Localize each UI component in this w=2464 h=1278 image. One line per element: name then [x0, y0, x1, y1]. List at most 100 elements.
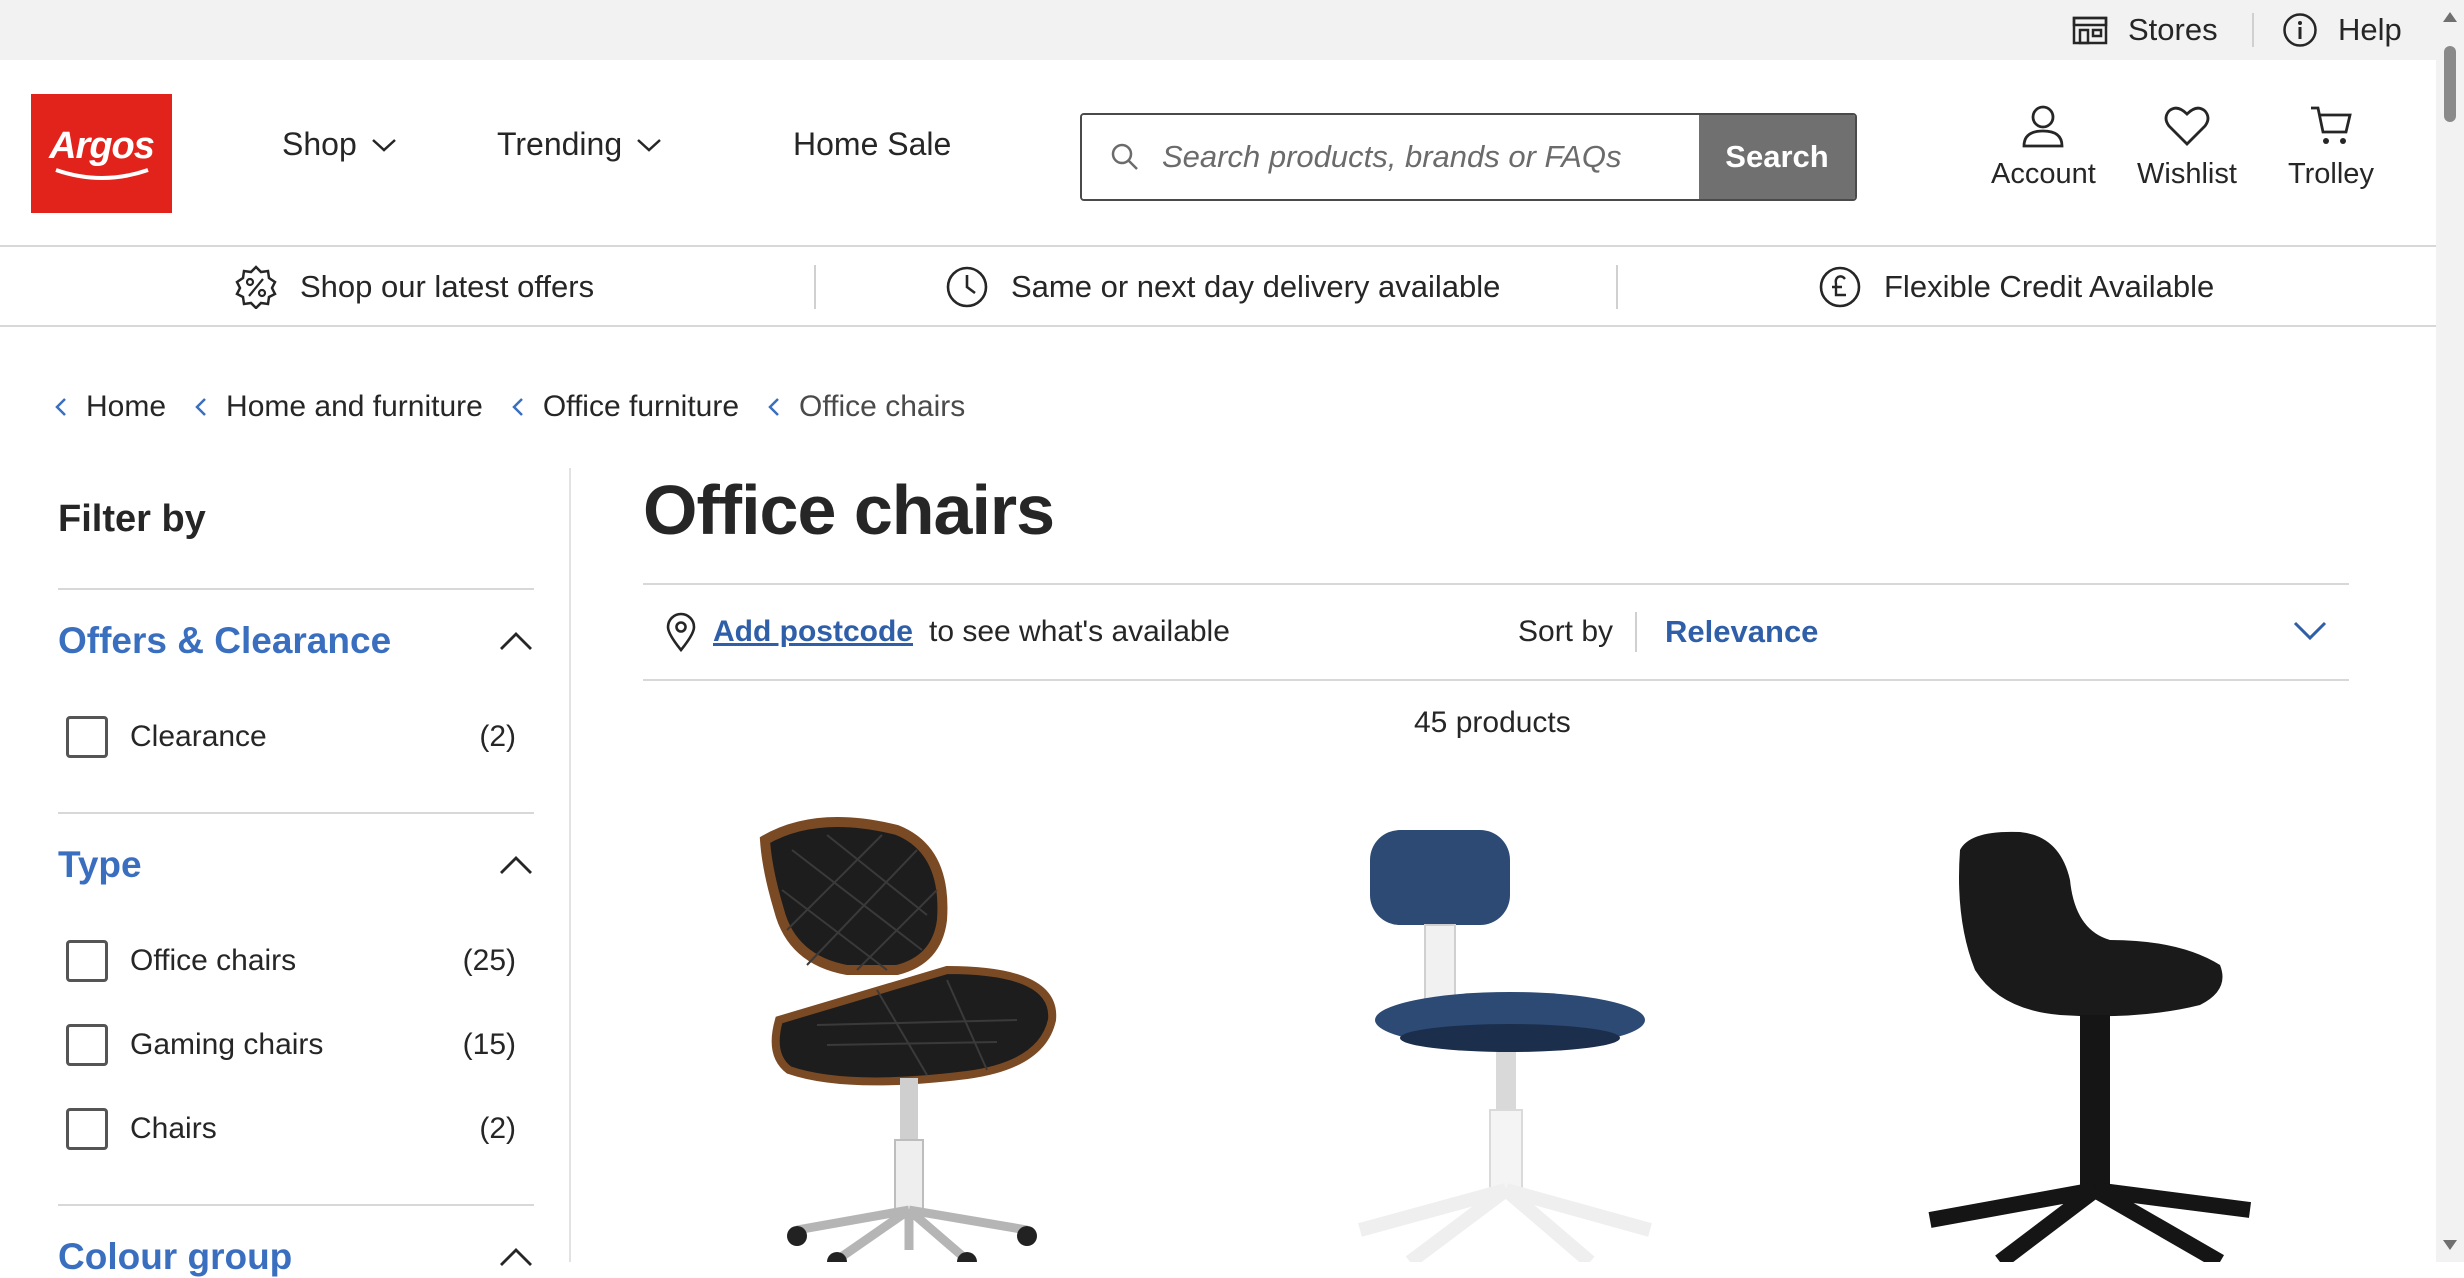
breadcrumb-item-office-chairs[interactable]: Office chairs	[767, 390, 965, 424]
help-link[interactable]: Help	[2282, 0, 2402, 60]
pound-icon	[1818, 265, 1862, 309]
stores-link[interactable]: Stores	[2072, 0, 2218, 60]
add-postcode-link[interactable]: Add postcode	[713, 615, 913, 649]
filter-section-heading: Colour group	[58, 1236, 293, 1277]
postcode-prompt: Add postcode to see what's available	[665, 585, 1230, 679]
search-input[interactable]	[1160, 138, 1699, 176]
breadcrumb-item-home-and-furniture[interactable]: Home and furniture	[194, 390, 483, 424]
sort-by-divider	[1635, 612, 1638, 652]
usp-delivery-label: Same or next day delivery available	[1011, 269, 1501, 304]
sort-by-dropdown[interactable]: Sort by Relevance	[1518, 585, 2349, 679]
nav-home-sale[interactable]: Home Sale	[793, 126, 951, 163]
filter-option-office-chairs[interactable]: Office chairs (25)	[66, 940, 516, 982]
filter-option-count: (15)	[462, 1028, 516, 1061]
chevron-down-icon	[371, 137, 397, 153]
utility-bar: Stores Help	[0, 0, 2436, 60]
filter-sidebar: Filter by Offers & Clearance Clearance (…	[58, 450, 534, 1277]
filter-option-clearance[interactable]: Clearance (2)	[66, 716, 516, 758]
location-pin-icon	[665, 612, 697, 652]
checkbox[interactable]	[66, 1108, 108, 1150]
sort-by-label: Sort by	[1518, 615, 1614, 648]
chevron-up-icon	[498, 630, 534, 652]
nav-shop-label: Shop	[282, 126, 357, 162]
availability-bar: Add postcode to see what's available Sor…	[643, 583, 2349, 681]
product-count: 45 products	[1414, 706, 1571, 739]
scroll-up-arrow-icon[interactable]	[2443, 12, 2457, 22]
chevron-up-icon	[498, 1246, 534, 1268]
search-bar: Search	[1080, 113, 1857, 201]
breadcrumb-label: Home and furniture	[226, 390, 483, 423]
chevron-left-icon	[194, 396, 208, 418]
breadcrumb-item-home[interactable]: Home	[54, 390, 166, 424]
checkbox[interactable]	[66, 716, 108, 758]
help-label: Help	[2338, 12, 2402, 47]
filter-section-heading: Type	[58, 844, 142, 885]
account-label: Account	[1991, 158, 2096, 190]
clock-icon	[945, 265, 989, 309]
breadcrumb: Home Home and furniture Office furniture…	[54, 382, 993, 432]
logo-text: Argos	[49, 125, 155, 167]
wishlist-button[interactable]: Wishlist	[2137, 104, 2237, 191]
trolley-label: Trolley	[2288, 158, 2374, 190]
chevron-down-icon	[2291, 611, 2329, 649]
checkbox[interactable]	[66, 940, 108, 982]
trolley-button[interactable]: Trolley	[2288, 104, 2374, 191]
postcode-text: to see what's available	[929, 615, 1230, 648]
filter-divider	[58, 812, 534, 814]
product-image-blue-office-chair[interactable]	[1290, 790, 1720, 1262]
breadcrumb-label: Office furniture	[542, 390, 740, 423]
sidebar-divider	[569, 468, 571, 1262]
filter-section-heading: Offers & Clearance	[58, 620, 392, 661]
filter-option-count: (2)	[479, 720, 516, 753]
site-header: Argos Shop Trending Home Sale Search Acc…	[0, 60, 2436, 247]
filter-section-offers-toggle[interactable]: Offers & Clearance	[58, 620, 534, 662]
nav-shop[interactable]: Shop	[282, 126, 397, 163]
filter-option-gaming-chairs[interactable]: Gaming chairs (15)	[66, 1024, 516, 1066]
nav-trending-label: Trending	[497, 126, 623, 162]
breadcrumb-item-office-furniture[interactable]: Office furniture	[511, 390, 739, 424]
scroll-thumb[interactable]	[2444, 46, 2456, 122]
utility-divider	[2252, 13, 2254, 47]
product-image-black-swivel-chair[interactable]	[1900, 790, 2330, 1262]
account-button[interactable]: Account	[1991, 104, 2096, 191]
product-image-black-office-chair[interactable]	[697, 790, 1127, 1262]
breadcrumb-label: Office chairs	[799, 390, 966, 423]
offer-badge-icon	[234, 265, 278, 309]
nav-home-sale-label: Home Sale	[793, 126, 952, 162]
filter-section-colour-toggle[interactable]: Colour group	[58, 1236, 534, 1278]
argos-logo[interactable]: Argos	[31, 94, 172, 213]
chevron-left-icon	[767, 396, 781, 418]
filter-option-chairs[interactable]: Chairs (2)	[66, 1108, 516, 1150]
usp-offers-label: Shop our latest offers	[300, 269, 595, 304]
checkbox[interactable]	[66, 1024, 108, 1066]
wishlist-label: Wishlist	[2137, 158, 2237, 190]
stores-label: Stores	[2128, 12, 2218, 47]
nav-trending[interactable]: Trending	[497, 126, 662, 163]
usp-bar: Shop our latest offers Same or next day …	[0, 247, 2436, 327]
usp-divider	[1616, 265, 1618, 309]
scrollbar[interactable]	[2436, 0, 2464, 1262]
breadcrumb-label: Home	[86, 390, 167, 423]
filter-option-count: (2)	[479, 1112, 516, 1145]
store-icon	[2072, 15, 2108, 45]
logo-swoosh-icon	[54, 168, 149, 180]
heart-icon	[2164, 104, 2210, 148]
chevron-left-icon	[54, 396, 68, 418]
filter-option-label: Clearance	[130, 720, 267, 753]
filter-option-count: (25)	[462, 944, 516, 977]
filter-option-label: Office chairs	[130, 944, 297, 977]
filter-section-type-toggle[interactable]: Type	[58, 844, 534, 886]
usp-delivery[interactable]: Same or next day delivery available	[945, 247, 1500, 327]
usp-divider	[814, 265, 816, 309]
user-icon	[2021, 104, 2065, 148]
filter-divider	[58, 1204, 534, 1206]
usp-offers[interactable]: Shop our latest offers	[234, 247, 594, 327]
chevron-down-icon	[636, 137, 662, 153]
filter-option-label: Chairs	[130, 1112, 217, 1145]
search-button[interactable]: Search	[1699, 115, 1855, 199]
usp-credit[interactable]: Flexible Credit Available	[1818, 247, 2214, 327]
usp-credit-label: Flexible Credit Available	[1884, 269, 2215, 304]
scroll-down-arrow-icon[interactable]	[2443, 1240, 2457, 1250]
search-icon	[1110, 142, 1140, 172]
trolley-icon	[2309, 104, 2353, 148]
